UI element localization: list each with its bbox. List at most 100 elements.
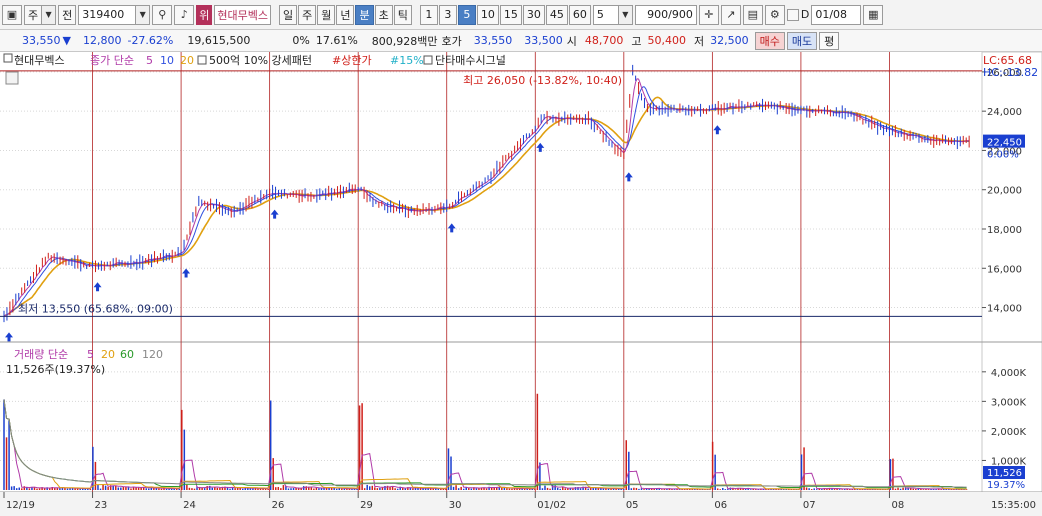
current-price-label: 22,450: [987, 138, 1022, 149]
legend-ma10: 10: [160, 54, 174, 67]
legend-strength-pattern: 500억 10% 강세패턴: [209, 54, 312, 67]
time-tick-label: 01/02: [537, 500, 566, 511]
period-button-week[interactable]: 주: [298, 4, 317, 25]
ratio-2: 17.61%: [315, 34, 358, 47]
period-button-year[interactable]: 년: [336, 4, 355, 25]
x-axis-panel: [0, 492, 1042, 516]
time-tick-label: 05: [626, 500, 639, 511]
legend-stock-name: 현대무벡스: [14, 54, 65, 67]
search-icon[interactable]: ⚲: [152, 4, 173, 25]
period-type-label: 주: [24, 4, 43, 25]
time-tick-label: 08: [891, 500, 904, 511]
interval-button-group: 1 3 5 10 15 30 45 60: [419, 4, 591, 25]
period-button-group: 일 주 월 년 분 초 틱: [278, 4, 412, 25]
legend-hc: HC:-13.82: [983, 66, 1038, 79]
interval-input[interactable]: [592, 4, 619, 25]
interval-button-45[interactable]: 45: [545, 4, 568, 25]
low-price: 32,500: [710, 34, 749, 47]
time-tick-label: 06: [714, 500, 727, 511]
low-label: 저: [694, 34, 705, 48]
period-button-minute[interactable]: 분: [355, 4, 374, 25]
interval-button-15[interactable]: 15: [499, 4, 522, 25]
legend-ma20: 20: [180, 54, 194, 67]
gear-icon[interactable]: ⚙: [764, 4, 785, 25]
data-count-total: /900: [668, 8, 693, 21]
interval-dropdown[interactable]: ▼: [592, 4, 633, 25]
price-tick-label: 14,000: [987, 304, 1022, 315]
trade-volume: 19,615,500: [187, 34, 251, 47]
max-price-label: 최고 26,050 (-13.82%, 10:40): [463, 74, 622, 87]
period-button-day[interactable]: 일: [278, 4, 298, 25]
volume-tick-label: 3,000K: [991, 397, 1027, 408]
chevron-down-icon[interactable]: ▼: [136, 4, 151, 25]
current-price-pct: 0.00%: [987, 150, 1019, 161]
interval-button-5[interactable]: 5: [457, 4, 476, 25]
sound-icon[interactable]: ♪: [174, 4, 195, 25]
interval-button-30[interactable]: 30: [522, 4, 545, 25]
period-button-second[interactable]: 초: [374, 4, 393, 25]
time-tick-label: 30: [449, 500, 462, 511]
down-arrow-icon: ▼: [62, 34, 71, 47]
code-dropdown[interactable]: ▼: [78, 4, 151, 25]
calendar-icon[interactable]: ▦: [863, 4, 884, 25]
price-tick-label: 16,000: [987, 264, 1022, 275]
volume-legend-ma20: 20: [101, 348, 115, 361]
buy-button[interactable]: 매수: [754, 31, 785, 50]
volume-tick-label: 1,000K: [991, 456, 1027, 467]
current-volume-label: 11,526: [987, 468, 1022, 479]
open-price: 48,700: [584, 34, 624, 47]
data-count-value: 900: [647, 8, 669, 21]
save-icon[interactable]: ▤: [742, 4, 763, 25]
interval-button-3[interactable]: 3: [438, 4, 457, 25]
volume-legend-ma120: 120: [142, 348, 163, 361]
chart-plot-area: [0, 52, 982, 492]
draw-tool-icon[interactable]: ↗: [720, 4, 741, 25]
bid-price: 33,500: [524, 34, 563, 47]
data-count-field[interactable]: 900/900: [634, 4, 697, 25]
trade-amount: 800,928백만: [371, 34, 438, 48]
chevron-down-icon[interactable]: ▼: [618, 4, 633, 25]
min-price-label: 최저 13,550 (65.68%, 09:00): [18, 302, 173, 315]
d-label: D: [800, 8, 810, 21]
time-tick-label: 07: [803, 500, 816, 511]
chart-canvas[interactable]: 26,00024,00022,00020,00018,00016,00014,0…: [0, 52, 1042, 516]
period-button-month[interactable]: 월: [317, 4, 336, 25]
interval-button-1[interactable]: 1: [419, 4, 438, 25]
legend-upper-limit: #상한가: [332, 54, 372, 67]
quote-bar: 33,550 ▼ 12,800 -27.62% 19,615,500 0% 17…: [0, 30, 1042, 52]
chart-mode-icon[interactable]: ▣: [2, 4, 22, 25]
price-tick-label: 20,000: [987, 186, 1022, 197]
volume-current: 11,526주(19.37%): [6, 363, 105, 376]
volume-tick-label: 4,000K: [991, 368, 1027, 379]
date-input[interactable]: [811, 4, 862, 25]
grid-icon[interactable]: [5, 71, 19, 85]
period-type-dropdown[interactable]: 주 ▼: [24, 4, 57, 25]
stock-name-label[interactable]: 현대무벡스: [214, 4, 271, 25]
time-tick-label: 12/19: [6, 500, 35, 511]
stock-chart[interactable]: 26,000 24,000 22,000 20,000 18,000 16,000 14,0…: [0, 52, 1042, 516]
volume-legend-ma5: 5: [87, 348, 94, 361]
average-button[interactable]: 평: [819, 31, 840, 50]
stock-code-input[interactable]: [78, 4, 137, 25]
chevron-down-icon[interactable]: ▼: [42, 4, 57, 25]
time-tick-label: 29: [360, 500, 373, 511]
time-tick-label: 23: [95, 500, 108, 511]
price-tick-label: 18,000: [987, 225, 1022, 236]
interval-button-10[interactable]: 10: [476, 4, 499, 25]
legend-ma-label: 종가 단순: [90, 54, 134, 67]
volume-tick-label: 2,000K: [991, 427, 1027, 438]
price-change-pct: -27.62%: [127, 34, 174, 47]
legend-buy-signal: 단타매수시그널: [435, 54, 506, 67]
date-checkbox[interactable]: [786, 8, 799, 21]
interval-button-60[interactable]: 60: [568, 4, 591, 25]
legend-ma5: 5: [146, 54, 153, 67]
prev-button[interactable]: 전: [58, 4, 77, 25]
period-button-tick[interactable]: 틱: [393, 4, 412, 25]
price-tick-label: 24,000: [987, 107, 1022, 118]
sell-button[interactable]: 매도: [786, 31, 818, 50]
time-tick-label: 24: [183, 500, 196, 511]
ratio-1: 0%: [292, 34, 310, 47]
warning-badge: 위: [196, 4, 213, 25]
ask-label: 호가: [441, 34, 462, 48]
crosshair-icon[interactable]: ✛: [698, 4, 719, 25]
